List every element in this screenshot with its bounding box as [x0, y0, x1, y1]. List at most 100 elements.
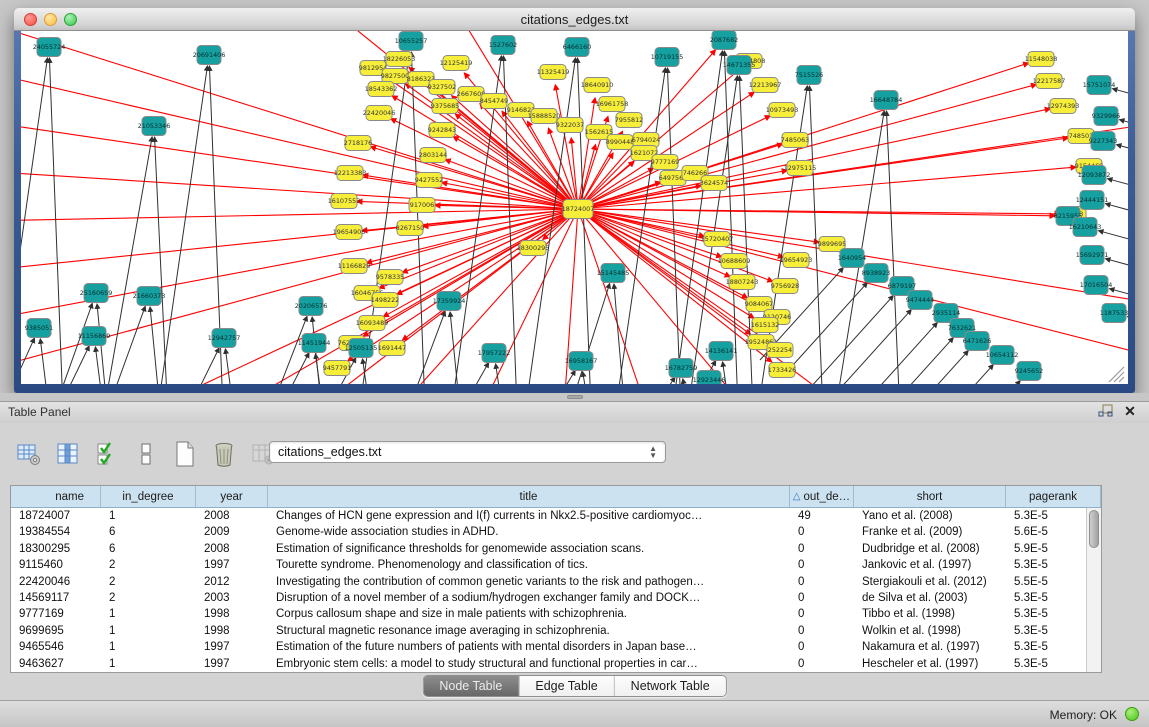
graph-node[interactable]: 9457791 — [323, 361, 351, 376]
graph-node[interactable]: 9245652 — [1015, 362, 1043, 381]
panel-splitter[interactable] — [0, 393, 1149, 401]
graph-node[interactable]: 25160659 — [80, 284, 113, 303]
scrollbar-thumb[interactable] — [1089, 510, 1099, 548]
table-row[interactable]: 1456911722003Disruption of a novel membe… — [11, 590, 1101, 606]
graph-node[interactable]: 20206576 — [295, 297, 328, 316]
table-row[interactable]: 1938455462009Genome-wide association stu… — [11, 524, 1101, 540]
graph-node[interactable]: 8938923 — [862, 264, 890, 283]
graph-node[interactable]: 18543362 — [365, 82, 398, 97]
graph-node[interactable]: 1498222 — [371, 293, 399, 308]
table-row[interactable]: 946554611997Estimation of the future num… — [11, 639, 1101, 655]
graph-node[interactable]: 7485063 — [781, 133, 809, 148]
graph-node[interactable]: 21053346 — [138, 117, 171, 136]
graph-node[interactable]: 15751074 — [1083, 76, 1116, 95]
graph-node[interactable]: 9242843 — [428, 123, 456, 138]
graph-node[interactable]: 16210643 — [1069, 218, 1102, 237]
graph-node[interactable]: 10654112 — [986, 346, 1019, 365]
graph-node[interactable]: 10655257 — [395, 32, 428, 51]
graph-node[interactable]: 12505135 — [345, 339, 378, 358]
graph-hub-node[interactable]: 18724007 — [562, 200, 595, 219]
graph-node[interactable]: 1691447 — [378, 341, 406, 356]
column-header-in_degree[interactable]: in_degree — [101, 486, 196, 507]
graph-node[interactable]: 9474444 — [906, 291, 934, 310]
graph-node[interactable]: 15692971 — [1076, 246, 1109, 265]
graph-node[interactable]: 12125419 — [440, 56, 473, 71]
table-mode-button[interactable] — [14, 439, 44, 469]
column-header-short[interactable]: short — [854, 486, 1006, 507]
graph-node[interactable]: 7515526 — [795, 66, 823, 85]
graph-node[interactable]: 17359924 — [433, 292, 466, 311]
graph-node[interactable]: 2803144 — [419, 148, 447, 163]
graph-node[interactable]: 18807243 — [726, 275, 759, 290]
graph-node[interactable]: 16958167 — [565, 352, 598, 371]
select-all-button[interactable] — [92, 439, 122, 469]
graph-node[interactable]: 1733426 — [768, 363, 796, 378]
graph-node[interactable]: 12942757 — [208, 329, 241, 348]
graph-node[interactable]: 14136141 — [705, 342, 738, 361]
graph-node[interactable]: 11166829 — [338, 259, 371, 274]
table-row[interactable]: 1830029562008Estimation of significance … — [11, 541, 1101, 557]
graph-node[interactable]: 8454749 — [480, 94, 508, 109]
graph-node[interactable]: 11451944 — [298, 334, 331, 353]
create-table-button[interactable] — [170, 439, 200, 469]
graph-node[interactable]: 14671355 — [723, 56, 756, 75]
graph-node[interactable]: 16782759 — [665, 359, 698, 378]
graph-node[interactable]: 6466160 — [563, 38, 591, 57]
graph-node[interactable]: 9329966 — [1092, 107, 1120, 126]
column-header-year[interactable]: year — [196, 486, 268, 507]
table-row[interactable]: 2242004622012Investigating the contribut… — [11, 574, 1101, 590]
column-header-out_de[interactable]: △out_de… — [790, 486, 854, 507]
graph-node[interactable]: 15720407 — [701, 232, 734, 247]
graph-node[interactable]: 12093872 — [1078, 166, 1111, 185]
network-canvas[interactable]: 9812954182260539827500185433628186323932… — [21, 31, 1128, 384]
graph-node[interactable]: 1615132 — [751, 318, 779, 333]
column-header-name[interactable]: name — [11, 486, 101, 507]
graph-node[interactable]: 12974393 — [1047, 99, 1080, 114]
float-panel-icon[interactable] — [1097, 404, 1115, 420]
graph-node[interactable]: 10688609 — [718, 254, 751, 269]
graph-node[interactable]: 18640910 — [581, 78, 614, 93]
table-row[interactable]: 977716911998Corpus callosum shape and si… — [11, 606, 1101, 622]
table-row[interactable]: 969969511998Structural magnetic resonanc… — [11, 623, 1101, 639]
graph-node[interactable]: 9777169 — [651, 155, 679, 170]
graph-node[interactable]: 20691406 — [193, 46, 226, 65]
graph-node[interactable]: 9375685 — [431, 99, 459, 114]
graph-node[interactable]: 12213383 — [334, 166, 367, 181]
column-header-title[interactable]: title — [268, 486, 790, 507]
graph-node[interactable]: 11156869 — [78, 327, 111, 346]
graph-node[interactable]: 7955812 — [615, 113, 643, 128]
graph-node[interactable]: 9578335 — [376, 270, 404, 285]
graph-node[interactable]: 18300295 — [517, 241, 550, 256]
clear-selection-button[interactable] — [131, 439, 161, 469]
graph-node[interactable]: 15145485 — [597, 264, 630, 283]
graph-node[interactable]: 2087682 — [710, 31, 738, 50]
tab-network-table[interactable]: Network Table — [615, 676, 726, 696]
graph-node[interactable]: 16107553 — [328, 194, 361, 209]
column-header-pagerank[interactable]: pagerank — [1006, 486, 1101, 507]
graph-node[interactable]: 1640954 — [838, 249, 866, 268]
graph-node[interactable]: 9227343 — [1089, 132, 1117, 151]
resize-grip[interactable] — [1109, 367, 1124, 382]
graph-node[interactable]: 24055724 — [33, 38, 66, 57]
tab-edge-table[interactable]: Edge Table — [519, 676, 614, 696]
graph-node[interactable]: 6471626 — [963, 332, 991, 351]
graph-node[interactable]: 9385051 — [25, 319, 53, 338]
graph-node[interactable]: 3624574 — [700, 176, 728, 191]
graph-node[interactable]: 252254 — [767, 343, 793, 358]
graph-node[interactable]: 16648784 — [870, 91, 903, 110]
graph-node[interactable]: 16093489 — [356, 316, 389, 331]
graph-node[interactable]: 12444151 — [1076, 191, 1109, 210]
graph-node[interactable]: 10719155 — [651, 48, 684, 67]
graph-node[interactable]: 917006 — [409, 198, 435, 213]
graph-node[interactable]: 1187533 — [1100, 304, 1128, 323]
table-scrollbar[interactable] — [1086, 508, 1101, 672]
network-window-titlebar[interactable]: citations_edges.txt — [14, 8, 1135, 31]
graph-node[interactable]: 8990448 — [606, 135, 634, 150]
graph-node[interactable]: 9756928 — [771, 279, 799, 294]
graph-node[interactable]: 2718176 — [344, 136, 372, 151]
graph-node[interactable]: 18226053 — [383, 52, 416, 67]
graph-node[interactable]: 21660373 — [133, 287, 166, 306]
table-selector-dropdown[interactable]: citations_edges.txt ▲▼ — [269, 441, 666, 463]
splitter-handle[interactable] — [567, 395, 583, 399]
graph-node[interactable]: 16961758 — [596, 97, 629, 112]
